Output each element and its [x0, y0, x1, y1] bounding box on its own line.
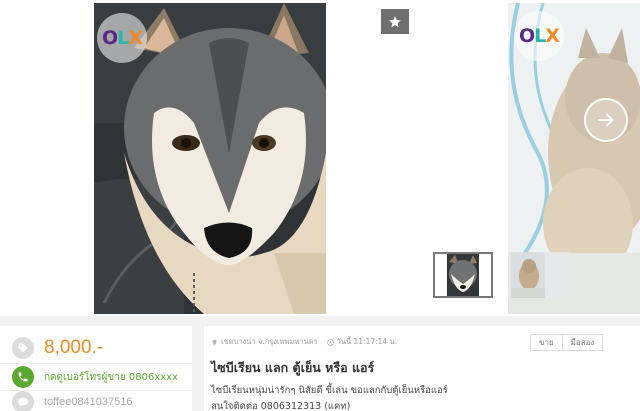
thumbnail-1[interactable] — [433, 252, 493, 298]
listing-meta: เขตบางนา จ.กรุงเทพมหานคร วันนี้ 11:17:14… — [211, 336, 397, 348]
chat-icon — [12, 391, 34, 411]
thumbnail-image — [509, 252, 569, 298]
description-line: ไซบีเรียนหนุ่มน่ารักๆ นิสัยดี ขี้เล่น ขอ… — [211, 385, 448, 396]
olx-letter-l: L — [534, 25, 546, 47]
main-photo[interactable]: OLX — [94, 3, 326, 314]
olx-logo-badge-2: OLX — [514, 11, 564, 61]
listing-details: เขตบางนา จ.กรุงเทพมหานคร วันนี้ 11:17:14… — [204, 326, 640, 411]
price-row: 8,000.- — [0, 334, 192, 362]
olx-logo-badge: OLX — [97, 13, 147, 63]
listing-description: ไซบีเรียนหนุ่มน่ารักๆ นิสัยดี ขี้เล่น ขอ… — [211, 383, 448, 411]
photo-gallery: OLX OLX — [0, 0, 640, 316]
olx-letter-x: X — [545, 25, 560, 47]
favorite-button[interactable] — [381, 9, 409, 34]
olx-letter-l: L — [117, 27, 129, 49]
posted-time: วันนี้ 11:17:14 น. — [336, 337, 398, 346]
show-phone-link[interactable]: กดดูเบอร์โทรผู้ขาย 0806xxxx — [44, 370, 178, 385]
next-photo-button[interactable] — [584, 98, 628, 142]
thumbnail-2[interactable] — [509, 252, 569, 298]
star-icon — [389, 15, 401, 27]
listing-tags: ขาย มือสอง — [530, 334, 604, 351]
price: 8,000.- — [44, 337, 104, 358]
location[interactable]: เขตบางนา จ.กรุงเทพมหานคร — [221, 336, 318, 348]
contact-panel: 8,000.- กดดูเบอร์โทรผู้ขาย 0806xxxx toff… — [0, 326, 192, 411]
location-pin-icon — [212, 339, 217, 345]
line-id: toffee0841037516 — [44, 396, 133, 408]
clock-icon — [326, 338, 334, 346]
price-tag-icon — [12, 337, 34, 359]
phone-icon — [12, 366, 34, 388]
arrow-right-icon — [597, 113, 614, 127]
olx-letter-o: O — [519, 25, 535, 47]
phone-row[interactable]: กดดูเบอร์โทรผู้ขาย 0806xxxx — [0, 364, 192, 390]
listing-page: OLX OLX 8,000.- กดดูเบอร์โทรผู้ขาย 0806x… — [0, 0, 640, 411]
tag-used[interactable]: มือสอง — [562, 334, 604, 351]
thumbnail-image — [435, 254, 491, 296]
tag-sell[interactable]: ขาย — [530, 334, 563, 351]
listing-title: ไซบีเรียน แลก ตู้เย็น หรือ แอร์ — [211, 360, 375, 375]
description-line: สนใจติดต่อ 0806312313 (แคท) — [211, 401, 351, 411]
line-id-row: toffee0841037516 — [0, 391, 192, 411]
olx-letter-x: X — [128, 27, 143, 49]
olx-letter-o: O — [102, 27, 118, 49]
